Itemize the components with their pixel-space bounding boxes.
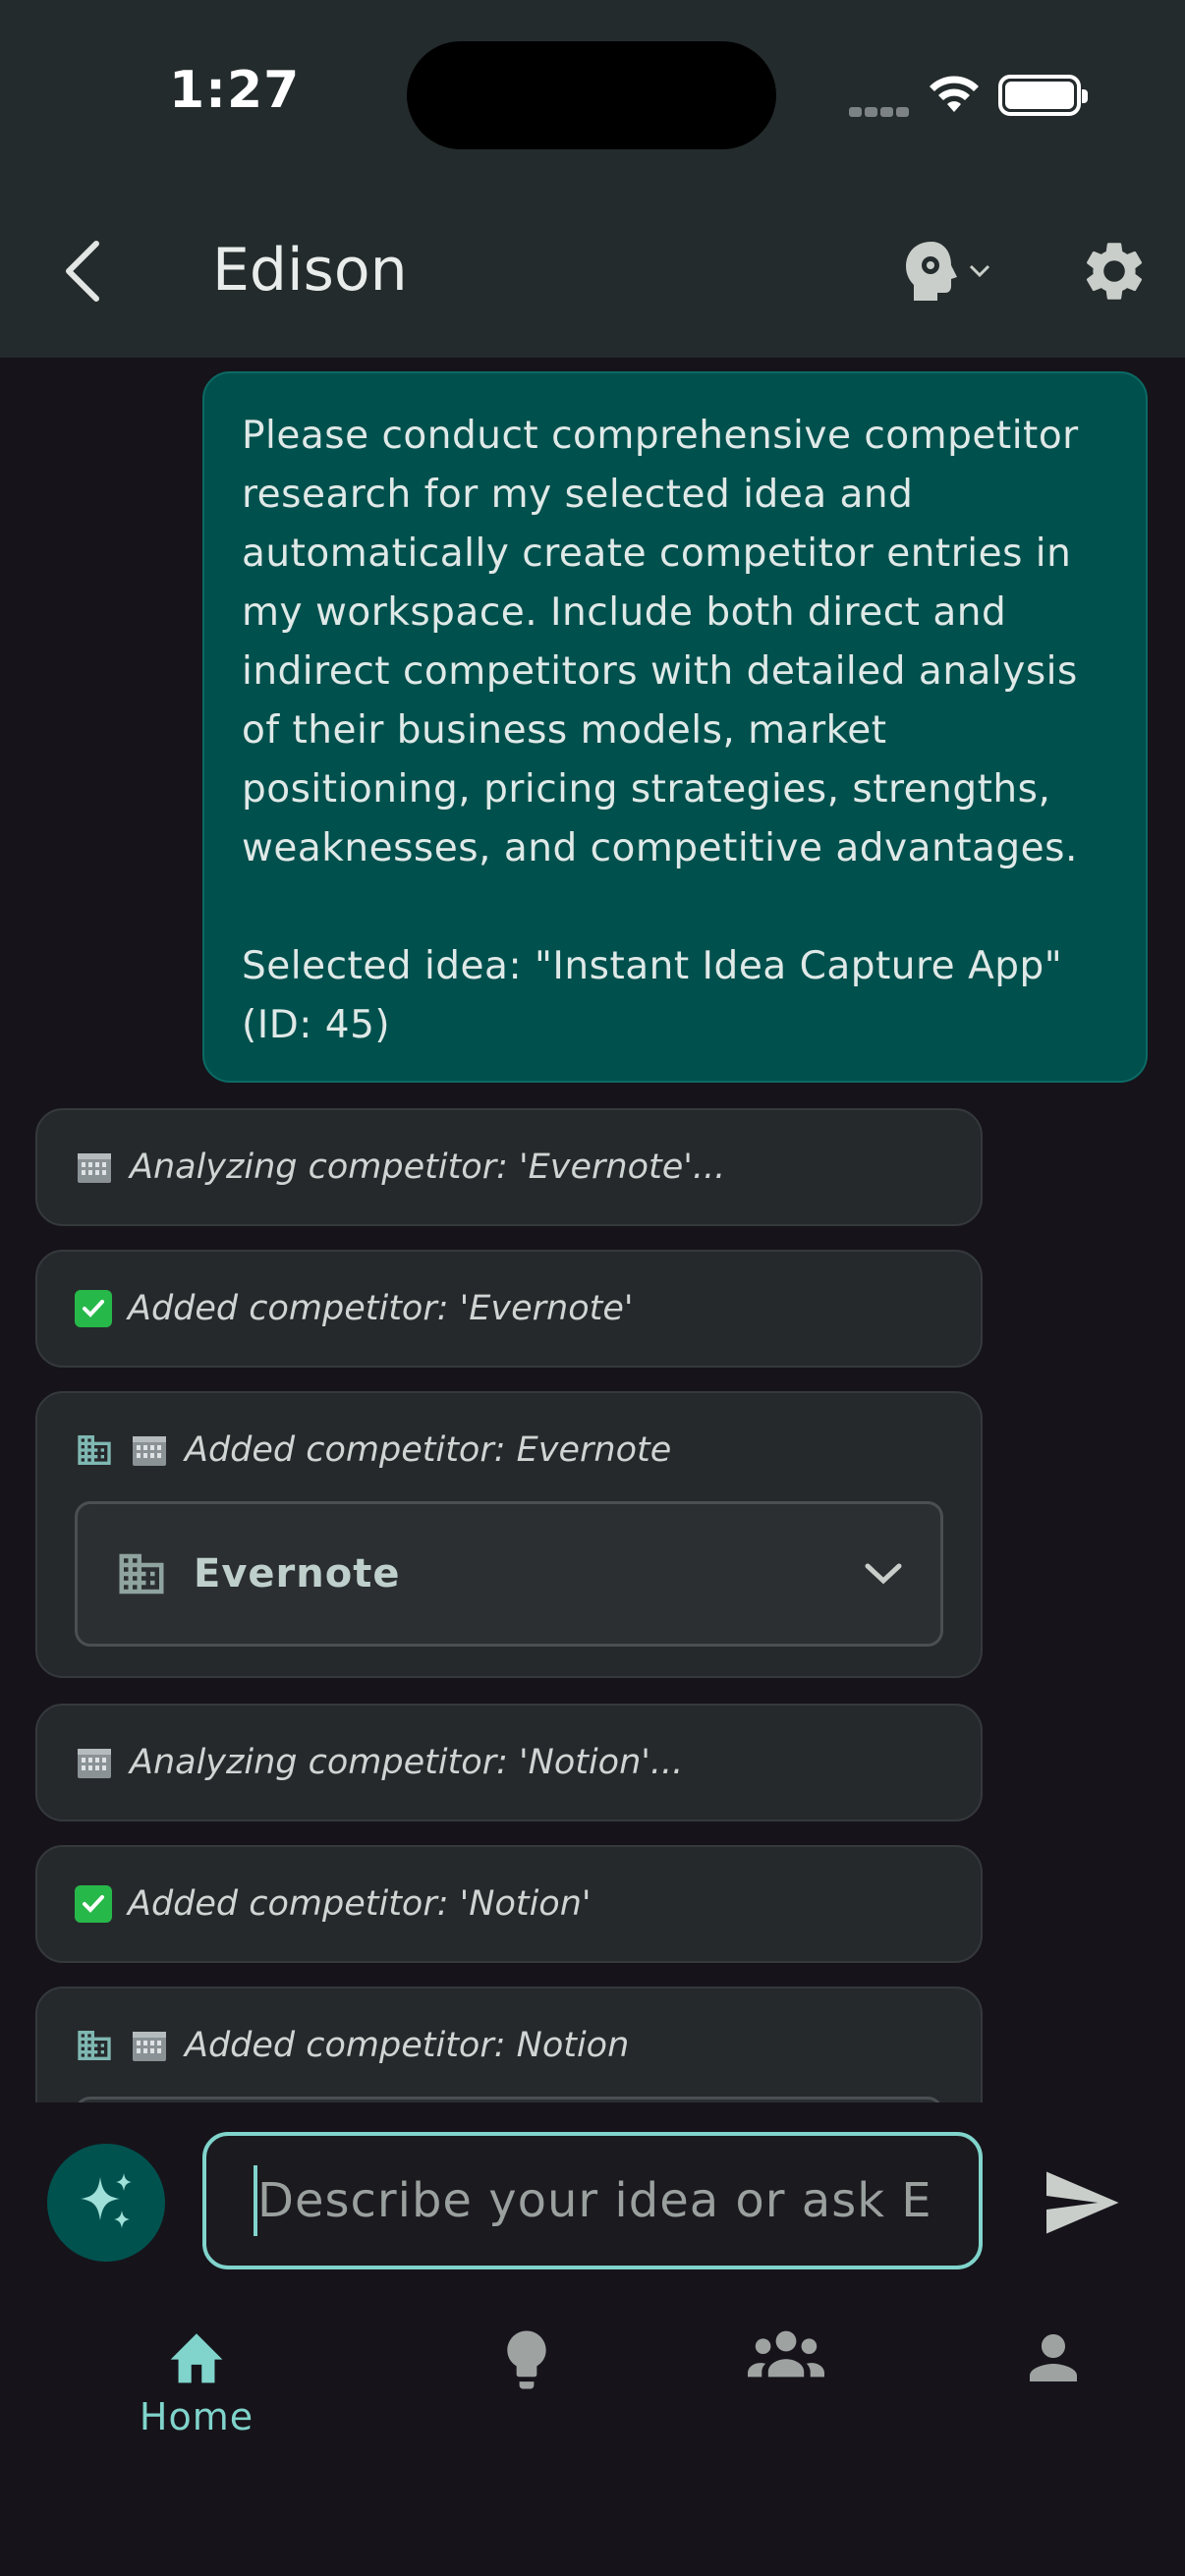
- settings-gear-icon[interactable]: [1079, 236, 1150, 307]
- competitor-added-text: Added competitor: Evernote: [185, 1430, 672, 1470]
- status-card: Added competitor: 'Evernote': [35, 1250, 983, 1368]
- person-icon: [1030, 2334, 1077, 2381]
- message-input[interactable]: [257, 2173, 935, 2228]
- back-button[interactable]: [51, 232, 114, 310]
- competitor-added-text: Added competitor: Notion: [185, 2026, 630, 2065]
- status-text: Analyzing competitor: 'Evernote'...: [130, 1148, 726, 1187]
- status-card: Added competitor: 'Notion': [35, 1845, 983, 1963]
- bottom-navigation: Home: [0, 2299, 1185, 2576]
- chevron-down-icon: [865, 1563, 902, 1585]
- status-card: Analyzing competitor: 'Evernote'...: [35, 1108, 983, 1226]
- sparkles-icon: [81, 2173, 132, 2228]
- dynamic-island: [407, 41, 776, 149]
- message-composer: [0, 2102, 1185, 2299]
- chat-thread[interactable]: Please conduct comprehensive competitor …: [0, 358, 1185, 2102]
- competitor-dropdown-evernote[interactable]: Evernote: [75, 1501, 943, 1647]
- office-building-icon: [78, 1749, 111, 1778]
- competitor-card: Added competitor: Notion: [35, 1987, 983, 2102]
- user-message-bubble: Please conduct comprehensive competitor …: [202, 371, 1148, 1083]
- send-icon[interactable]: [1040, 2161, 1122, 2244]
- domain-icon: [78, 1435, 111, 1465]
- status-text: Analyzing competitor: 'Notion'...: [130, 1743, 684, 1782]
- status-time: 1:27: [169, 61, 301, 120]
- domain-icon: [119, 1553, 164, 1595]
- psychology-head-icon: [906, 242, 957, 301]
- check-mark-icon: [75, 1290, 112, 1327]
- chevron-down-icon: [969, 264, 990, 278]
- ai-model-menu[interactable]: [904, 232, 1022, 310]
- app-bar: 1:27 Edison: [0, 0, 1185, 358]
- office-building-icon: [78, 1153, 111, 1183]
- office-building-icon: [133, 2032, 166, 2061]
- nav-home[interactable]: Home: [98, 2328, 295, 2476]
- wifi-icon: [930, 76, 979, 112]
- status-text: Added competitor: 'Evernote': [128, 1289, 634, 1328]
- chevron-left-icon: [66, 241, 99, 302]
- competitor-card: Added competitor: Evernote Evernote: [35, 1391, 983, 1678]
- domain-icon: [78, 2031, 111, 2060]
- nav-profile[interactable]: [955, 2328, 1152, 2476]
- nav-ideas[interactable]: [428, 2328, 625, 2476]
- status-card: Analyzing competitor: 'Notion'...: [35, 1704, 983, 1821]
- cellular-signal-icon: [849, 102, 912, 121]
- nav-team[interactable]: [688, 2328, 884, 2476]
- competitor-name: Evernote: [194, 1551, 401, 1596]
- check-mark-icon: [75, 1885, 112, 1923]
- status-text: Added competitor: 'Notion': [128, 1884, 592, 1924]
- lightbulb-icon: [507, 2330, 546, 2389]
- nav-home-label: Home: [139, 2395, 254, 2438]
- people-icon: [748, 2330, 824, 2378]
- ai-suggest-button[interactable]: [47, 2144, 165, 2262]
- office-building-icon: [133, 1436, 166, 1466]
- page-title: Edison: [212, 236, 408, 305]
- home-icon: [170, 2333, 223, 2383]
- battery-icon: [998, 75, 1088, 116]
- message-input-wrapper[interactable]: [202, 2132, 983, 2269]
